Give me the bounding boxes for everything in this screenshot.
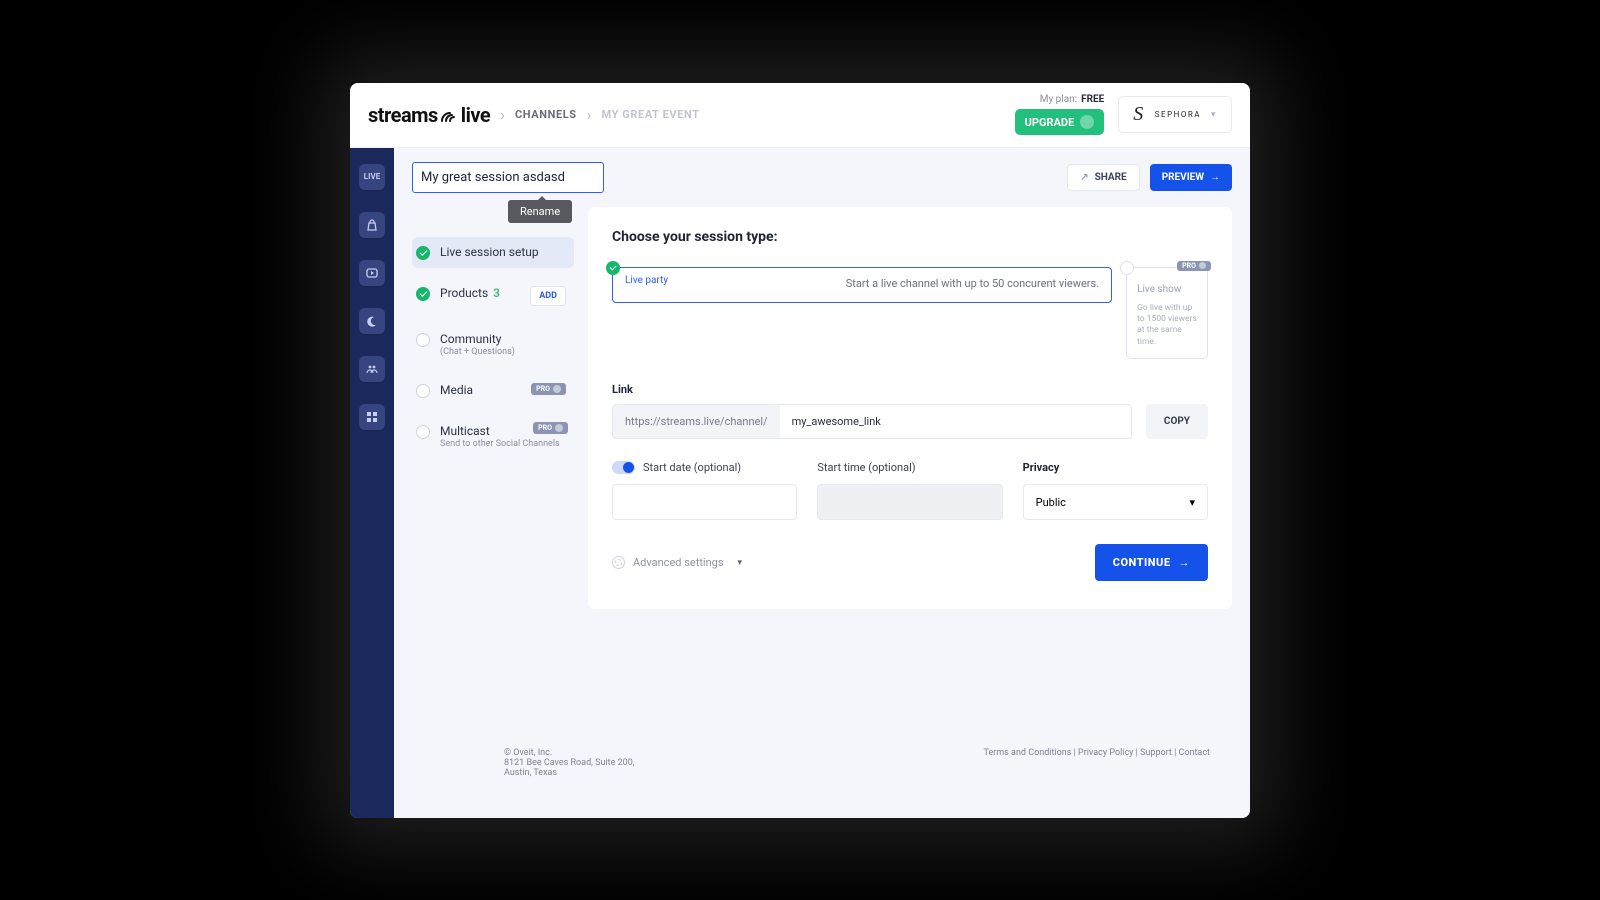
- step-label: Community(Chat + Questions): [440, 332, 515, 357]
- start-time-input[interactable]: [817, 484, 1002, 520]
- topbar: streams live › CHANNELS › MY GREAT EVENT…: [350, 83, 1250, 148]
- terms-link[interactable]: Terms and Conditions: [984, 748, 1072, 758]
- share-icon: ↗: [1080, 172, 1088, 183]
- type-title: Live party: [625, 275, 668, 286]
- pro-badge: PRO: [531, 383, 566, 395]
- check-icon: [416, 287, 430, 301]
- rail-bag-icon[interactable]: [359, 212, 385, 238]
- brand-selector[interactable]: S SEPHORA ▾: [1118, 96, 1232, 133]
- arrow-right-icon: →: [1210, 172, 1220, 183]
- step-community[interactable]: Community(Chat + Questions): [412, 324, 574, 365]
- rail-live[interactable]: LIVE: [359, 164, 385, 190]
- breadcrumb-channels[interactable]: CHANNELS: [515, 108, 577, 121]
- session-title-input[interactable]: [412, 162, 604, 193]
- radio-empty-icon: [416, 384, 430, 398]
- privacy-link[interactable]: Privacy Policy: [1078, 748, 1133, 758]
- rail-moon-icon[interactable]: [359, 308, 385, 334]
- steps-sidebar: Live session setup Products 3 ADD Commun…: [412, 207, 574, 467]
- selected-check-icon: [606, 261, 620, 275]
- step-label: Products 3: [440, 286, 500, 300]
- footer: © Oveit, Inc. 8121 Bee Caves Road, Suite…: [394, 722, 1250, 818]
- logo-arcs-icon: [441, 103, 459, 127]
- step-label: Live session setup: [440, 245, 539, 259]
- step-label: Media: [440, 383, 473, 397]
- link-prefix: https://streams.live/channel/: [613, 405, 780, 438]
- card-heading: Choose your session type:: [612, 229, 1208, 245]
- copy-button[interactable]: COPY: [1146, 404, 1208, 439]
- chevron-down-icon: ▾: [738, 558, 743, 568]
- rail-grid-icon[interactable]: [359, 404, 385, 430]
- chevron-right-icon: ›: [500, 105, 505, 124]
- gear-icon: [612, 556, 625, 569]
- logo-text: streams: [368, 103, 438, 127]
- radio-empty-icon: [416, 333, 430, 347]
- session-setup-card: Choose your session type: Live party Sta…: [588, 207, 1232, 610]
- brand-name: SEPHORA: [1155, 110, 1201, 119]
- preview-button[interactable]: PREVIEW→: [1150, 164, 1232, 191]
- brand-logo-icon: S: [1133, 103, 1145, 126]
- pro-badge: PRO: [533, 422, 568, 434]
- badge-dot-icon: [1199, 262, 1206, 269]
- type-desc: Go live with up to 1500 viewers at the s…: [1137, 303, 1197, 347]
- link-input-group: https://streams.live/channel/: [612, 404, 1132, 439]
- plan-label: My plan:FREE: [1040, 94, 1105, 105]
- advanced-settings-toggle[interactable]: Advanced settings ▾: [612, 556, 742, 569]
- link-slug-input[interactable]: [780, 405, 1131, 438]
- pro-badge: PRO: [1177, 261, 1211, 271]
- support-link[interactable]: Support: [1140, 748, 1172, 758]
- type-desc: Start a live channel with up to 50 concu…: [846, 277, 1099, 292]
- breadcrumb-event: MY GREAT EVENT: [601, 108, 699, 121]
- footer-links: Terms and Conditions | Privacy Policy | …: [984, 748, 1210, 778]
- privacy-label: Privacy: [1023, 461, 1060, 474]
- left-rail: LIVE: [350, 148, 394, 818]
- radio-empty-icon: [1120, 261, 1134, 275]
- step-session-setup[interactable]: Live session setup: [412, 237, 574, 268]
- logo[interactable]: streams live: [368, 103, 490, 127]
- footer-address: © Oveit, Inc. 8121 Bee Caves Road, Suite…: [504, 748, 635, 778]
- rail-people-icon[interactable]: [359, 356, 385, 382]
- contact-link[interactable]: Contact: [1179, 748, 1210, 758]
- add-product-button[interactable]: ADD: [530, 286, 566, 306]
- upgrade-icon: [1080, 115, 1094, 129]
- link-label: Link: [612, 383, 1208, 396]
- type-title: Live show: [1137, 284, 1197, 295]
- session-type-live-party[interactable]: Live party Start a live channel with up …: [612, 267, 1112, 303]
- privacy-select[interactable]: Public ▾: [1023, 484, 1208, 520]
- advanced-label: Advanced settings: [633, 556, 724, 569]
- badge-dot-icon: [553, 385, 561, 393]
- chevron-right-icon: ›: [587, 105, 592, 124]
- radio-empty-icon: [416, 425, 430, 439]
- step-media[interactable]: Media PRO: [412, 375, 574, 406]
- app-window: streams live › CHANNELS › MY GREAT EVENT…: [350, 83, 1250, 818]
- badge-dot-icon: [555, 424, 563, 432]
- privacy-value: Public: [1036, 496, 1066, 509]
- check-icon: [416, 246, 430, 260]
- start-date-input[interactable]: [612, 484, 797, 520]
- session-type-live-show[interactable]: PRO Live show Go live with up to 1500 vi…: [1126, 267, 1208, 360]
- arrow-right-icon: →: [1179, 556, 1191, 569]
- continue-button[interactable]: CONTINUE→: [1095, 544, 1208, 581]
- step-multicast[interactable]: MulticastSend to other Social Channels P…: [412, 416, 574, 457]
- rename-tooltip: Rename: [508, 200, 572, 223]
- start-time-label: Start time (optional): [817, 461, 915, 474]
- chevron-down-icon: ▾: [1211, 110, 1217, 120]
- rail-play-icon[interactable]: [359, 260, 385, 286]
- start-date-toggle[interactable]: [612, 461, 635, 474]
- step-products[interactable]: Products 3 ADD: [412, 278, 574, 314]
- upgrade-button[interactable]: UPGRADE: [1015, 109, 1105, 135]
- share-button[interactable]: ↗SHARE: [1067, 164, 1139, 191]
- start-date-label: Start date (optional): [643, 461, 741, 474]
- chevron-down-icon: ▾: [1189, 496, 1195, 509]
- logo-suffix: live: [461, 103, 490, 127]
